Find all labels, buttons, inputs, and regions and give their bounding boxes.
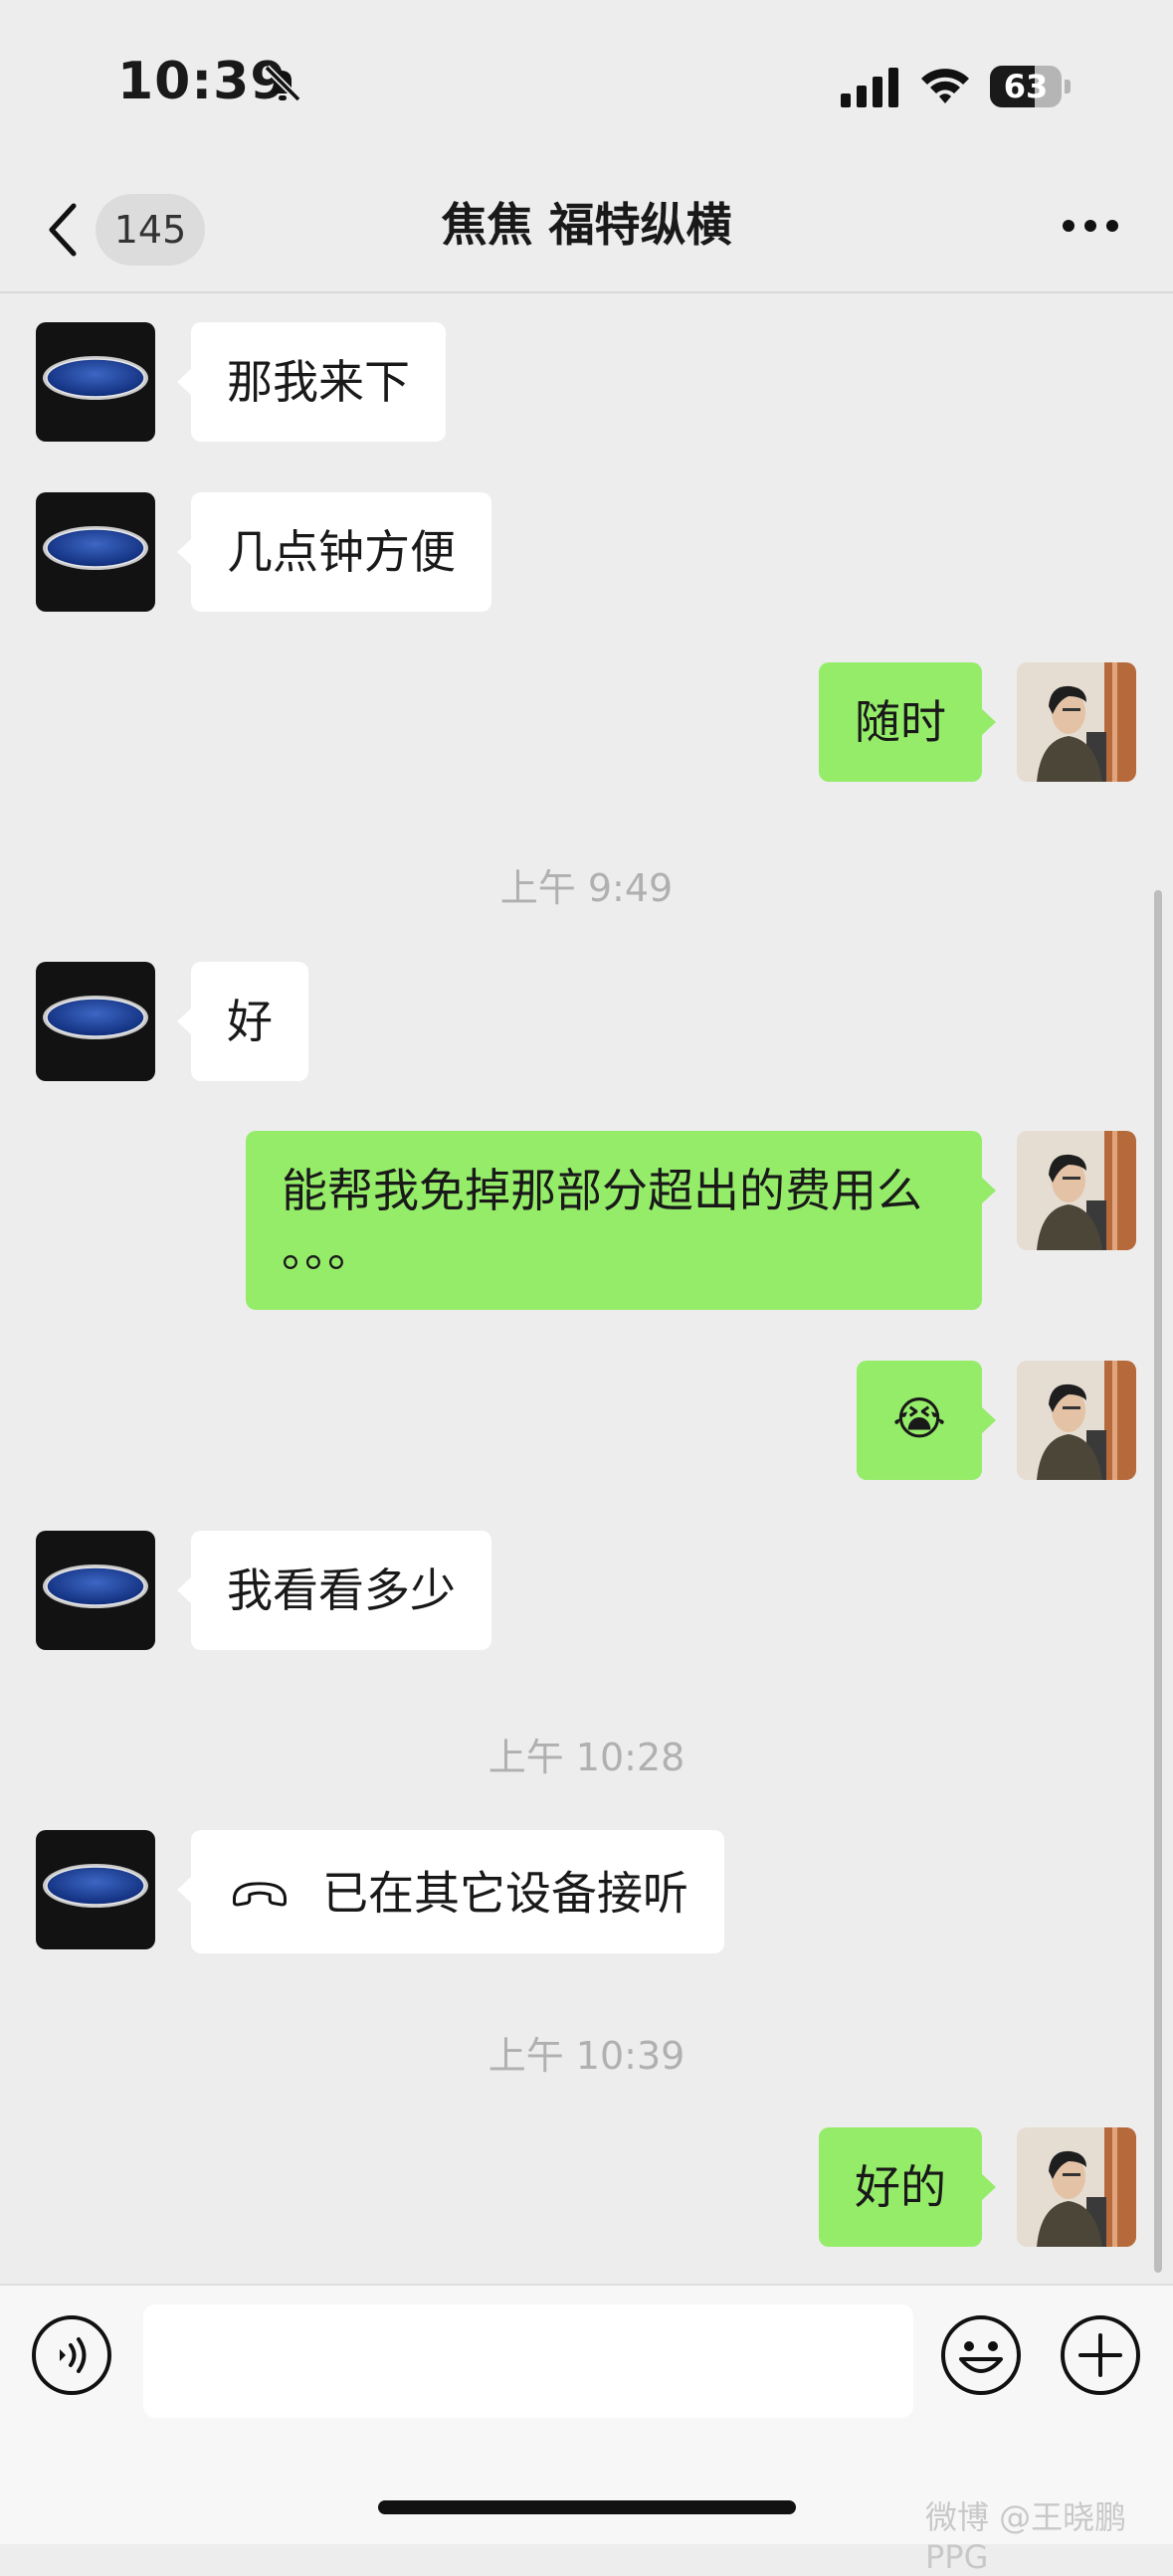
outgoing-message[interactable]: 😭	[857, 1361, 996, 1480]
timestamp: 上午 10:39	[488, 2034, 685, 2078]
incoming-message[interactable]: 好	[177, 962, 308, 1081]
contact-avatar[interactable]	[36, 962, 155, 1081]
status-bar: 10:39 63	[0, 0, 1173, 169]
contact-avatar[interactable]	[36, 1531, 155, 1650]
call-record-message[interactable]: 已在其它设备接听	[177, 1830, 724, 1953]
contact-avatar[interactable]	[36, 322, 155, 442]
incoming-message[interactable]: 几点钟方便	[177, 492, 491, 612]
my-avatar[interactable]	[1017, 1131, 1136, 1250]
my-avatar[interactable]	[1017, 2127, 1136, 2247]
bell-muted-icon	[264, 65, 301, 102]
outgoing-message[interactable]: 好的	[819, 2127, 996, 2247]
contact-avatar[interactable]	[36, 1830, 155, 1949]
contact-avatar[interactable]	[36, 492, 155, 612]
chevron-left-icon	[49, 203, 77, 257]
watermark: 微博 @王晓鹏PPG	[925, 2498, 1127, 2576]
back-button[interactable]: 145	[40, 194, 209, 266]
call-record-text: 已在其它设备接听	[322, 1866, 688, 1921]
chat-title: 焦焦 福特纵横	[441, 198, 732, 252]
timestamp: 上午 10:28	[488, 1736, 685, 1779]
my-avatar[interactable]	[1017, 662, 1136, 782]
cellular-signal-icon	[841, 68, 898, 107]
message-text-line: 能帮我免掉那部分超出的费用么	[282, 1164, 922, 1217]
incoming-message[interactable]: 那我来下	[177, 322, 446, 442]
emoji-icon[interactable]	[939, 2313, 1023, 2397]
timestamp: 上午 9:49	[499, 866, 674, 910]
outgoing-message[interactable]: 随时	[819, 662, 996, 782]
outgoing-message[interactable]: 能帮我免掉那部分超出的费用么 。。。	[246, 1131, 996, 1310]
incoming-message[interactable]: 我看看多少	[177, 1531, 491, 1650]
battery-indicator: 63	[990, 66, 1074, 107]
unread-count-badge: 145	[96, 194, 205, 266]
more-options-icon[interactable]	[1055, 204, 1126, 248]
wifi-icon	[921, 69, 969, 103]
nav-divider	[0, 291, 1173, 293]
voice-input-icon[interactable]	[30, 2313, 113, 2397]
chat-scrollbar[interactable]	[1154, 890, 1162, 2273]
my-avatar[interactable]	[1017, 1361, 1136, 1480]
message-input[interactable]	[143, 2304, 913, 2418]
phone-hangup-icon	[233, 1881, 287, 1907]
battery-percent: 63	[1003, 68, 1049, 105]
message-text-line: 。。。	[282, 1223, 373, 1277]
plus-icon[interactable]	[1059, 2313, 1142, 2397]
home-indicator[interactable]	[378, 2500, 796, 2514]
